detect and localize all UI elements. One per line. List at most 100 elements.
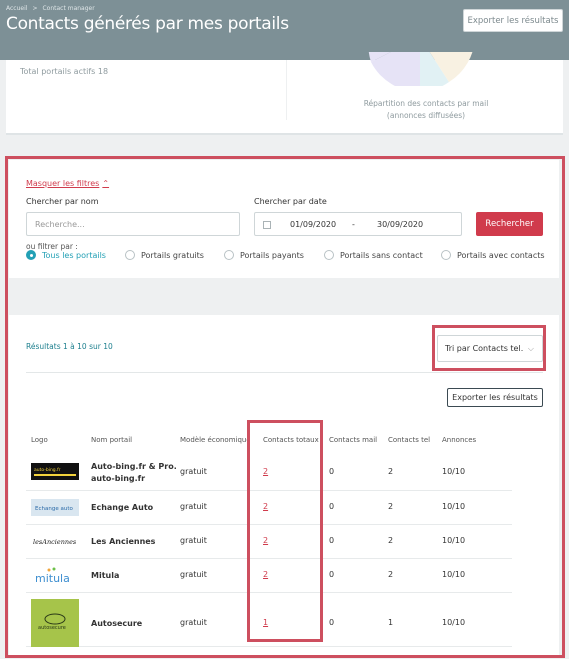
contacts-total-link[interactable]: 2 <box>263 536 268 545</box>
chevron-down-icon: ⌵ <box>527 344 534 353</box>
table-row: auto-bing.fr Auto-bing.fr & Pro. auto-bin… <box>26 453 512 491</box>
contacts-total-link[interactable]: 2 <box>263 502 268 511</box>
radio-icon <box>224 250 234 260</box>
page-title: Contacts générés par mes portails <box>6 14 289 34</box>
radio-tous-les-portails[interactable]: Tous les portails <box>26 250 106 260</box>
toggle-filters-link[interactable]: Masquer les filtres ⌃ <box>26 179 109 188</box>
column-header-annonces[interactable]: Annonces <box>442 436 476 444</box>
date-search-label: Chercher par date <box>254 197 327 206</box>
breadcrumb-contact-manager[interactable]: Contact manager <box>42 5 94 12</box>
name-search-label: Chercher par nom <box>26 197 99 206</box>
portal-name: Autosecure <box>91 619 143 628</box>
portal-logo-autosecure: autosecure <box>31 599 79 647</box>
date-to[interactable]: 30/09/2020 <box>377 220 423 229</box>
date-range-field[interactable]: 01/09/2020 - 30/09/2020 <box>254 212 462 236</box>
pie-caption-line2: (annonces diffusées) <box>386 111 466 120</box>
contacts-mail: 0 <box>329 618 335 627</box>
date-from[interactable]: 01/09/2020 <box>290 220 336 229</box>
breadcrumb-separator: > <box>32 5 38 12</box>
contacts-total-link[interactable]: 1 <box>263 618 268 627</box>
results-count: Résultats 1 à 10 sur 10 <box>26 342 113 351</box>
contacts-mail: 0 <box>329 467 335 476</box>
total-portails-text: Total portails actifs 18 <box>20 67 109 76</box>
export-results-button[interactable]: Exporter les résultats <box>447 388 543 407</box>
svg-text:mitula: mitula <box>35 572 70 585</box>
annonces: 10/10 <box>442 570 466 579</box>
svg-text:lesAnciennes: lesAnciennes <box>33 538 77 546</box>
column-header-logo: Logo <box>31 436 48 444</box>
table-row: Echange auto Echange Auto gratuit 2 0 2 … <box>26 491 512 525</box>
portal-logo-autobing: auto-bing.fr <box>31 463 79 480</box>
portal-name-line2: auto-bing.fr <box>91 474 146 483</box>
date-separator: - <box>352 220 355 229</box>
column-header-contacts-tel[interactable]: Contacts tel <box>388 436 430 444</box>
contacts-mail: 0 <box>329 536 335 545</box>
stats-card: Total portails actifs 18 Répartition des… <box>6 52 563 135</box>
radio-label: Portails avec contacts <box>457 250 545 260</box>
contacts-tel: 2 <box>388 502 394 511</box>
table-row: autosecure Autosecure gratuit 1 0 1 10/1… <box>26 593 512 647</box>
contacts-mail: 0 <box>329 502 335 511</box>
radio-portails-gratuits[interactable]: Portails gratuits <box>125 250 204 260</box>
column-header-nom-portail[interactable]: Nom portail <box>91 436 132 444</box>
portal-logo-les-anciennes: lesAnciennes <box>31 533 79 550</box>
radio-label: Tous les portails <box>42 250 106 260</box>
contacts-total-link[interactable]: 2 <box>263 467 268 476</box>
portal-model: gratuit <box>180 536 207 545</box>
filters-panel: Masquer les filtres ⌃ Chercher par nom Ch… <box>9 160 559 278</box>
radio-label: Portails payants <box>240 250 304 260</box>
column-header-contacts-mail[interactable]: Contacts mail <box>329 436 377 444</box>
table-row: lesAnciennes Les Anciennes gratuit 2 0 2… <box>26 525 512 559</box>
search-button[interactable]: Rechercher <box>476 212 543 236</box>
portal-name: Mitula <box>91 571 120 580</box>
sort-select-value: Tri par Contacts tel. <box>445 344 524 353</box>
annonces: 10/10 <box>442 467 466 476</box>
radio-portails-payants[interactable]: Portails payants <box>224 250 304 260</box>
pie-caption: Répartition des contacts par mail (annon… <box>356 98 496 122</box>
column-header-modele-economique[interactable]: Modèle économique <box>180 436 248 444</box>
stats-divider <box>286 60 287 120</box>
radio-label: Portails gratuits <box>141 250 204 260</box>
sort-select[interactable]: Tri par Contacts tel. ⌵ <box>437 335 543 362</box>
toggle-filters-label: Masquer les filtres <box>26 179 100 188</box>
radio-icon <box>125 250 135 260</box>
portal-logo-mitula: mitula <box>31 565 79 587</box>
table-row: mitula Mitula gratuit 2 0 2 10/10 <box>26 559 512 593</box>
results-divider <box>26 372 543 373</box>
radio-portails-sans-contact[interactable]: Portails sans contact <box>324 250 423 260</box>
radio-icon <box>441 250 451 260</box>
column-header-contacts-totaux[interactable]: Contacts totaux <box>263 436 319 444</box>
contacts-mail: 0 <box>329 570 335 579</box>
portal-name-line1: Auto-bing.fr & Pro. <box>91 462 177 471</box>
portal-name: Echange Auto <box>91 503 154 512</box>
calendar-icon <box>263 221 271 229</box>
search-name-input[interactable]: Recherche... <box>26 212 240 236</box>
results-panel: Résultats 1 à 10 sur 10 Tri par Contacts… <box>9 315 559 655</box>
radio-label: Portails sans contact <box>340 250 423 260</box>
pie-chart <box>361 52 479 86</box>
portal-logo-echange-auto: Echange auto <box>31 499 79 516</box>
portal-model: gratuit <box>180 570 207 579</box>
radio-portails-avec-contacts[interactable]: Portails avec contacts <box>441 250 545 260</box>
pie-caption-line1: Répartition des contacts par mail <box>363 99 489 108</box>
radio-icon <box>324 250 334 260</box>
breadcrumb: Accueil > Contact manager <box>6 5 95 12</box>
contacts-tel: 2 <box>388 536 394 545</box>
contacts-total-link[interactable]: 2 <box>263 570 268 579</box>
breadcrumb-home[interactable]: Accueil <box>6 5 27 12</box>
chevron-up-icon: ⌃ <box>102 179 110 188</box>
radio-icon <box>26 250 36 260</box>
annonces: 10/10 <box>442 502 466 511</box>
portal-model: gratuit <box>180 618 207 627</box>
annonces: 10/10 <box>442 618 466 627</box>
svg-text:auto-bing.fr: auto-bing.fr <box>34 467 61 473</box>
export-button-top[interactable]: Exporter les résultats <box>463 9 563 32</box>
contacts-tel: 2 <box>388 570 394 579</box>
annonces: 10/10 <box>442 536 466 545</box>
portal-model: gratuit <box>180 502 207 511</box>
svg-text:Echange auto: Echange auto <box>35 506 73 512</box>
portal-name: Auto-bing.fr & Pro. auto-bing.fr <box>91 461 177 485</box>
svg-text:autosecure: autosecure <box>38 625 66 631</box>
contacts-tel: 1 <box>388 618 394 627</box>
page-header: Accueil > Contact manager Contacts générés… <box>0 0 569 60</box>
